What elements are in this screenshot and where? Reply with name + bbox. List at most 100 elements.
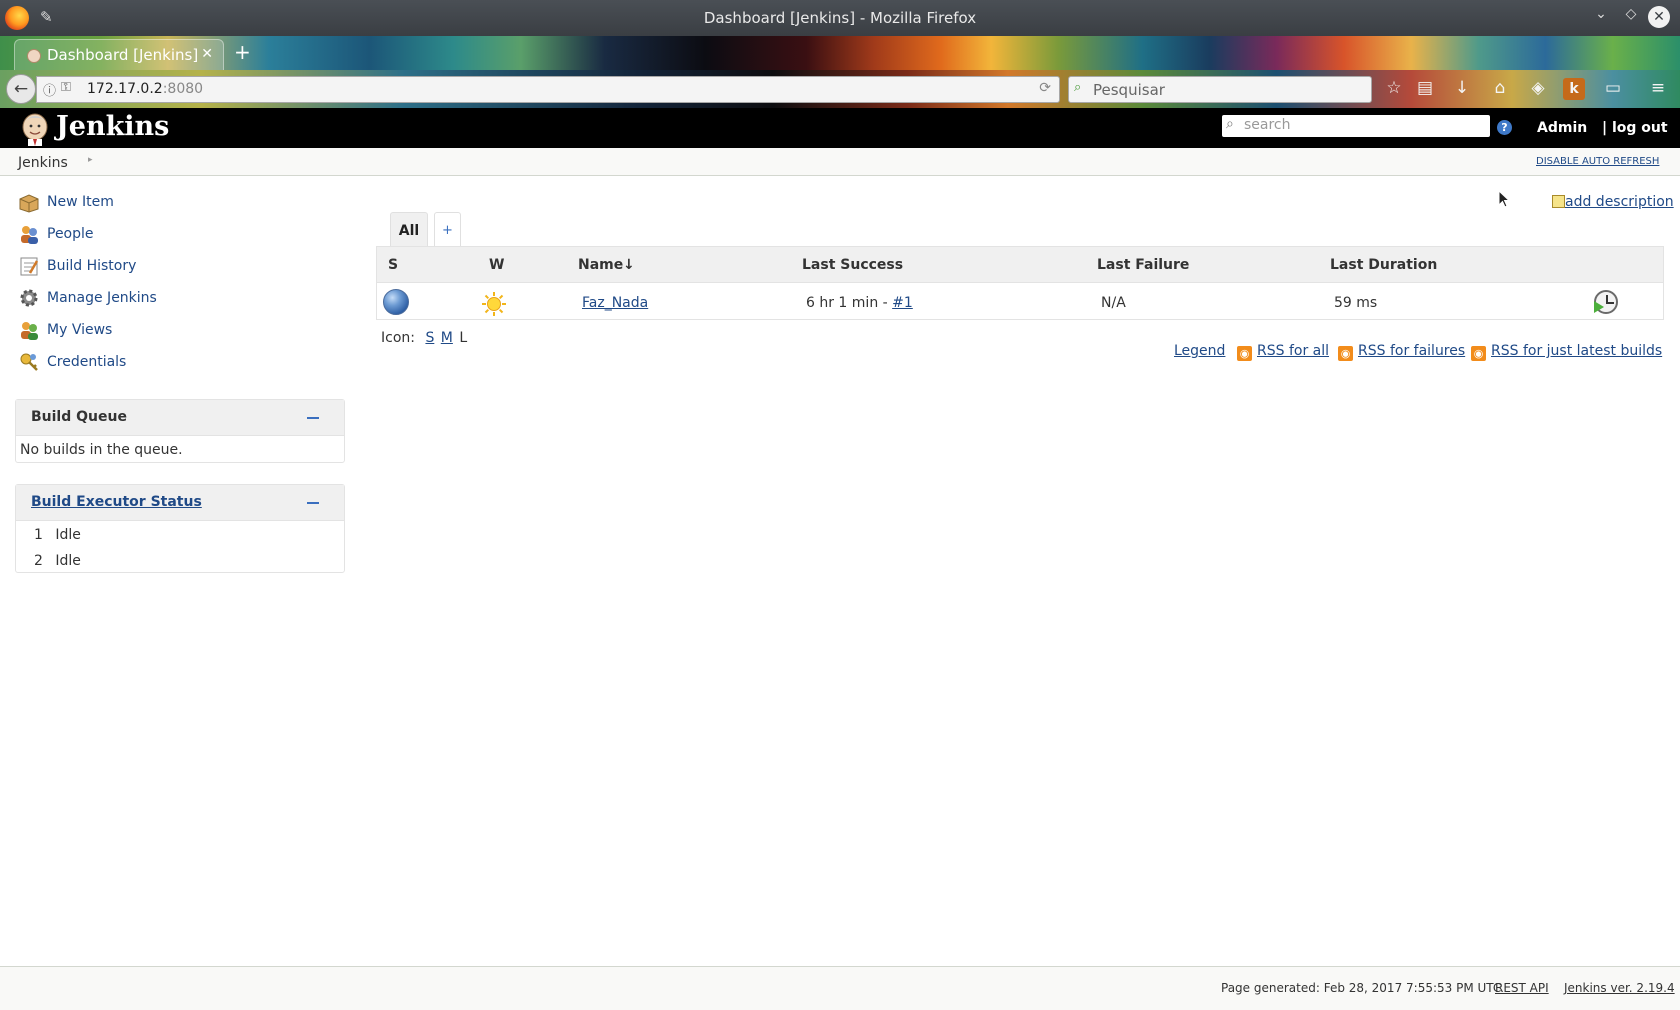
sidebar-item-label[interactable]: My Views xyxy=(47,322,112,338)
new-tab-icon[interactable]: + xyxy=(234,40,251,64)
column-header-last-success[interactable]: Last Success xyxy=(802,257,903,273)
executor-status: Idle xyxy=(55,527,81,543)
sidebar-item-label[interactable]: People xyxy=(47,226,94,242)
jenkins-search-input[interactable]: ⌕ search xyxy=(1222,115,1490,137)
rss-latest[interactable]: ◉ RSS for just latest builds xyxy=(1471,343,1662,361)
table-header xyxy=(377,247,1663,283)
jenkins-version-link[interactable]: Jenkins ver. 2.19.4 xyxy=(1564,981,1675,995)
executor-status: Idle xyxy=(55,553,81,569)
search-icon: ⌕ xyxy=(1074,80,1082,95)
jenkins-logo-icon[interactable] xyxy=(19,112,51,146)
url-port: :8080 xyxy=(162,81,204,97)
breadcrumb-jenkins[interactable]: Jenkins xyxy=(18,155,68,171)
tab-add-view[interactable]: + xyxy=(434,212,461,246)
rss-failures[interactable]: ◉ RSS for failures xyxy=(1338,343,1465,361)
executor-row: 1 Idle xyxy=(34,527,81,543)
jenkins-search-placeholder: search xyxy=(1244,117,1291,133)
column-header-last-failure[interactable]: Last Failure xyxy=(1097,257,1189,273)
page-generated: Page generated: Feb 28, 2017 7:55:53 PM … xyxy=(1221,981,1502,995)
credentials-icon xyxy=(20,353,38,371)
column-header-weather[interactable]: W xyxy=(489,257,504,273)
browser-tab[interactable]: Dashboard [Jenkins] ✕ xyxy=(14,39,224,70)
user-link[interactable]: Admin xyxy=(1537,120,1587,136)
rss-icon: ◉ xyxy=(1338,346,1353,361)
job-name-link[interactable]: Faz_Nada xyxy=(582,295,648,311)
schedule-build-icon[interactable] xyxy=(1594,290,1618,314)
executor-number: 2 xyxy=(34,553,43,569)
rss-icon: ◉ xyxy=(1471,346,1486,361)
build-queue-pane: Build Queue No builds in the queue. xyxy=(15,399,345,463)
build-executor-pane: Build Executor Status 1 Idle 2 Idle xyxy=(15,484,345,573)
job-table: S W Name ↓ Last Success Last Failure Las… xyxy=(376,246,1664,320)
jenkins-header: Jenkins ⌕ search ? Admin | log out xyxy=(0,108,1680,148)
rest-api-link[interactable]: REST API xyxy=(1495,981,1549,995)
window-close-button[interactable]: ✕ xyxy=(1648,6,1670,28)
executor-number: 1 xyxy=(34,527,43,543)
key-icon: ⚿ xyxy=(61,80,71,95)
url-host: 172.17.0.2 xyxy=(87,81,163,97)
sort-arrow-icon: ↓ xyxy=(623,257,635,273)
jenkins-brand[interactable]: Jenkins xyxy=(56,111,169,142)
home-icon[interactable]: ⌂ xyxy=(1489,78,1511,100)
rss-latest-link[interactable]: RSS for just latest builds xyxy=(1491,343,1662,359)
build-queue-empty: No builds in the queue. xyxy=(20,442,183,458)
extension-k-icon[interactable]: k xyxy=(1563,78,1585,100)
column-header-status[interactable]: S xyxy=(388,257,398,273)
sidebar-item-label[interactable]: New Item xyxy=(47,194,114,210)
build-executor-title[interactable]: Build Executor Status xyxy=(31,494,202,510)
mouse-cursor-icon xyxy=(1498,190,1510,208)
disable-auto-refresh-link[interactable]: DISABLE AUTO REFRESH xyxy=(1536,156,1659,167)
sunny-icon[interactable] xyxy=(481,291,507,317)
maximize-icon[interactable]: ◇ xyxy=(1619,6,1643,22)
sidebar-item-label[interactable]: Manage Jenkins xyxy=(47,290,157,306)
new-item-icon xyxy=(19,194,39,213)
window-title: Dashboard [Jenkins] - Mozilla Firefox xyxy=(703,9,977,27)
icon-size-s[interactable]: S xyxy=(425,330,434,346)
rss-all-link[interactable]: RSS for all xyxy=(1257,343,1329,359)
collapse-icon[interactable] xyxy=(307,502,319,504)
browser-search-placeholder: Pesquisar xyxy=(1093,81,1165,99)
icon-size-selector: Icon: S M L xyxy=(381,330,467,346)
download-icon[interactable]: ↓ xyxy=(1451,78,1473,100)
tab-close-icon[interactable]: ✕ xyxy=(201,46,213,62)
window-titlebar: ✎ Dashboard [Jenkins] - Mozilla Firefox … xyxy=(0,0,1680,36)
reading-list-icon[interactable]: ▤ xyxy=(1414,78,1436,100)
url-bar[interactable]: ⓘ ⚿ 172.17.0.2:8080 ⟳ xyxy=(36,76,1060,103)
sidebar-item-label[interactable]: Build History xyxy=(47,258,136,274)
tab-all[interactable]: All xyxy=(390,212,428,246)
info-icon[interactable]: ⓘ xyxy=(43,80,56,99)
sidebar-item-label[interactable]: Credentials xyxy=(47,354,126,370)
executor-row: 2 Idle xyxy=(34,553,81,569)
pocket-icon[interactable]: ◈ xyxy=(1527,78,1549,100)
column-header-name[interactable]: Name xyxy=(578,257,623,273)
reload-icon[interactable]: ⟳ xyxy=(1039,80,1051,96)
browser-search-input[interactable]: ⌕ Pesquisar xyxy=(1068,76,1372,103)
collapse-icon[interactable] xyxy=(307,417,319,419)
search-icon: ⌕ xyxy=(1226,116,1234,132)
build-history-icon xyxy=(20,257,39,276)
rss-failures-link[interactable]: RSS for failures xyxy=(1358,343,1465,359)
browser-navbar: ← ⓘ ⚿ 172.17.0.2:8080 ⟳ ⌕ Pesquisar ☆ ▤ … xyxy=(0,70,1680,108)
build-executor-header: Build Executor Status xyxy=(16,485,344,521)
breadcrumb-arrow-icon[interactable]: ▸ xyxy=(88,155,93,165)
last-duration: 59 ms xyxy=(1334,295,1378,311)
add-description[interactable]: add description xyxy=(1552,194,1674,210)
icon-size-m[interactable]: M xyxy=(441,330,453,346)
icon-size-l: L xyxy=(459,330,468,346)
menu-icon[interactable]: ≡ xyxy=(1647,78,1669,100)
legend-link[interactable]: Legend xyxy=(1174,343,1225,361)
build-number-link[interactable]: #1 xyxy=(892,295,913,311)
bookmark-star-icon[interactable]: ☆ xyxy=(1383,78,1405,100)
column-header-last-duration[interactable]: Last Duration xyxy=(1330,257,1437,273)
back-button[interactable]: ← xyxy=(6,74,36,104)
edit-note-icon xyxy=(1552,195,1565,208)
help-icon[interactable]: ? xyxy=(1497,120,1512,135)
logout-link[interactable]: | log out xyxy=(1602,120,1668,136)
rss-icon: ◉ xyxy=(1237,346,1252,361)
rss-all[interactable]: ◉ RSS for all xyxy=(1237,343,1329,361)
people-icon xyxy=(21,226,38,244)
status-blue-ball-icon[interactable] xyxy=(383,289,409,315)
screen-icon[interactable]: ▭ xyxy=(1602,78,1624,100)
add-description-link[interactable]: add description xyxy=(1565,194,1674,210)
minimize-icon[interactable]: ⌄ xyxy=(1589,6,1613,22)
